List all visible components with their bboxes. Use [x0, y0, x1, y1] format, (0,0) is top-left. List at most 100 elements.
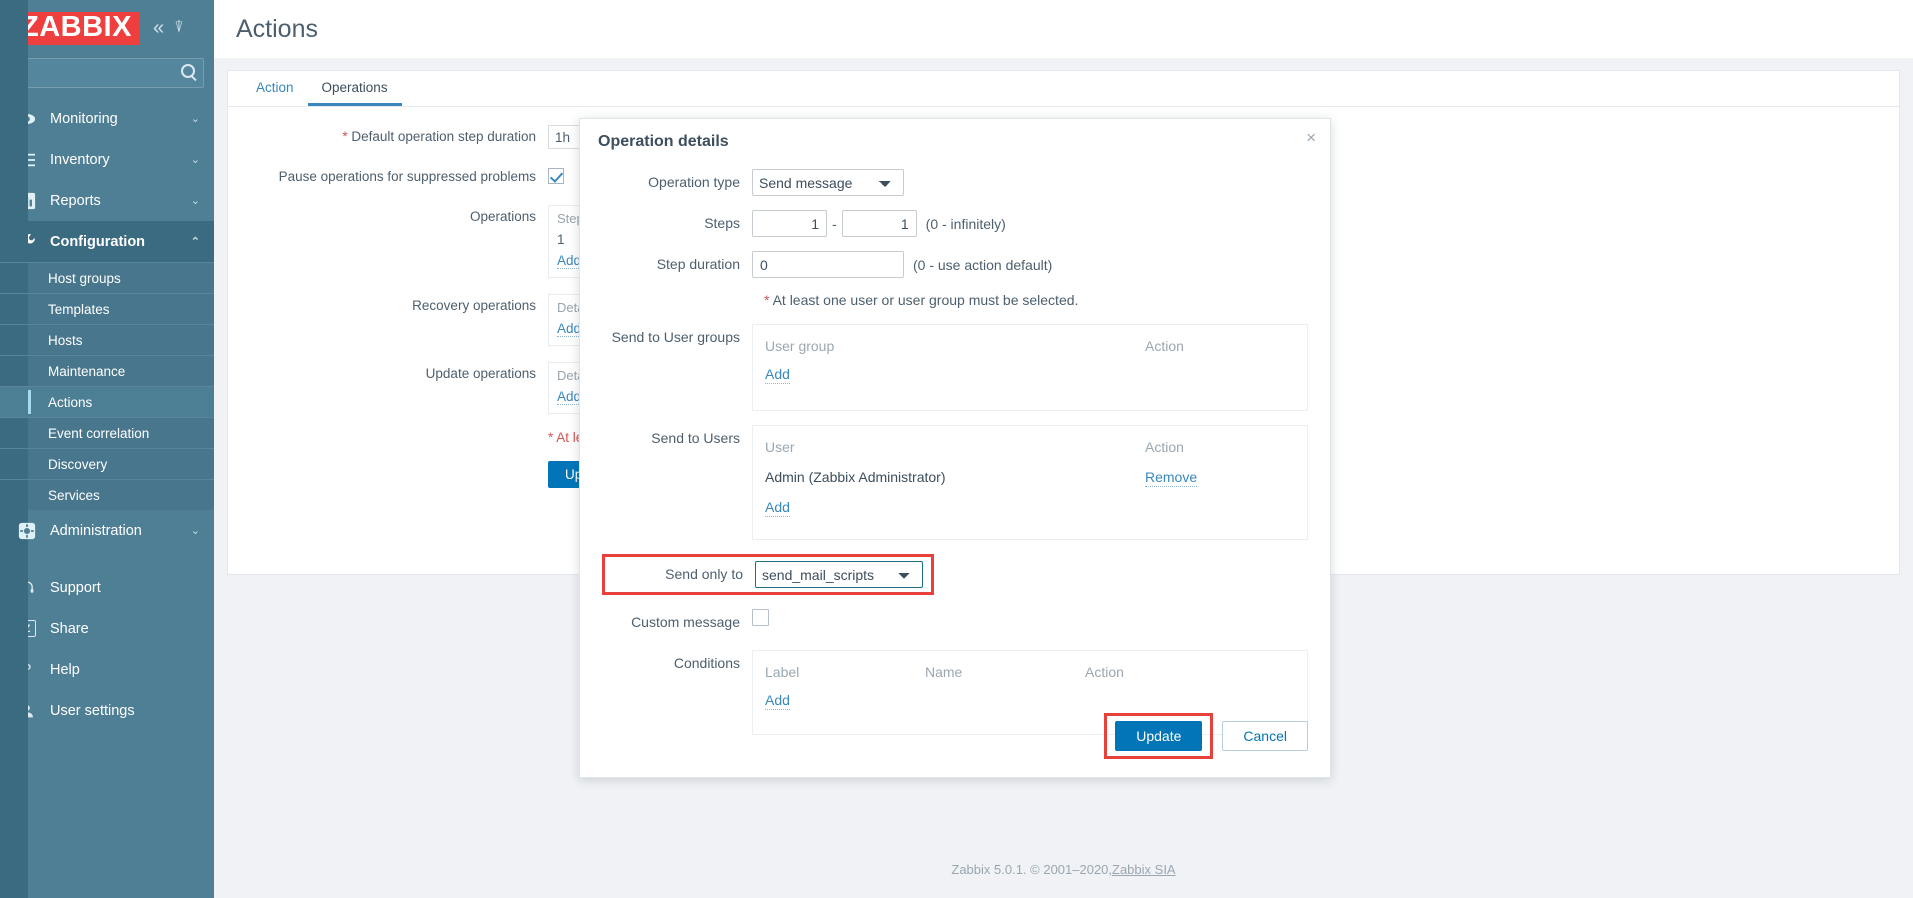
submenu-label: Discovery — [48, 456, 108, 472]
sidebar-item-monitoring[interactable]: Monitoring ⌄ — [0, 98, 214, 139]
field-steps: - (0 - infinitely) — [752, 210, 1308, 237]
close-icon[interactable]: × — [1306, 129, 1316, 146]
row-send-to-users: Send to Users User Action Admin (Zabbix … — [602, 425, 1308, 540]
label-custom-message: Custom message — [631, 614, 740, 630]
send-only-to-select[interactable]: send_mail_scripts — [755, 561, 923, 588]
table-header-row: Label Name Action — [765, 660, 1295, 684]
operations-add-link[interactable]: Add — [557, 253, 582, 269]
sidebar-search — [0, 56, 214, 98]
page-title: Actions — [236, 14, 318, 43]
label-update-operations: Update operations — [425, 366, 536, 381]
sidebar-item-discovery[interactable]: Discovery — [0, 448, 214, 479]
sidebar-item-event-correlation[interactable]: Event correlation — [0, 417, 214, 448]
table-add-row: Add — [765, 688, 1295, 712]
label-step-duration: Step duration — [656, 256, 740, 272]
sidebar-item-administration[interactable]: Administration ⌄ — [0, 510, 214, 551]
col-name: Name — [925, 664, 963, 680]
steps-to-input[interactable] — [841, 210, 917, 237]
required-note-text: At least one user or user group must be … — [772, 292, 1079, 308]
sidebar-item-label: Administration — [50, 522, 142, 539]
recovery-add-link[interactable]: Add — [557, 321, 582, 337]
sidebar-item-label: Inventory — [50, 151, 110, 168]
sidebar-item-actions[interactable]: Actions — [0, 386, 214, 417]
collapse-pane-icon[interactable]: ⍒ — [174, 20, 184, 36]
sidebar-item-services[interactable]: Services — [0, 479, 214, 510]
pause-suppressed-checkbox[interactable] — [548, 168, 564, 184]
submenu-label: Templates — [48, 301, 110, 317]
search-icon — [181, 64, 195, 78]
sidebar-item-label: Help — [50, 661, 80, 678]
col-user: User — [765, 439, 795, 455]
chevron-double-left-icon[interactable]: « — [153, 18, 164, 38]
dialog-body: Operation type Send message Steps - (0 -… — [580, 165, 1330, 735]
dialog-update-button[interactable]: Update — [1115, 721, 1203, 751]
label-operation-type: Operation type — [648, 174, 740, 190]
user-groups-table: User group Action Add — [752, 324, 1308, 411]
row-operation-type: Operation type Send message — [602, 169, 1308, 196]
sidebar-item-user-settings[interactable]: User settings — [0, 690, 214, 731]
submenu-label: Actions — [48, 394, 93, 410]
row-step-duration: Step duration (0 - use action default) — [602, 251, 1308, 278]
sidebar-item-support[interactable]: Support — [0, 567, 214, 608]
submenu-label: Event correlation — [48, 425, 150, 441]
steps-from-input[interactable] — [752, 210, 827, 237]
user-remove-link[interactable]: Remove — [1145, 468, 1198, 487]
steps-hint: (0 - infinitely) — [925, 215, 1006, 232]
step-duration-input[interactable] — [752, 251, 904, 278]
operation-details-dialog: Operation details × Operation type Send … — [579, 118, 1331, 778]
send-only-to-highlight: Send only to send_mail_scripts — [602, 554, 934, 595]
sidebar-item-reports[interactable]: Reports ⌄ — [0, 180, 214, 221]
custom-message-checkbox[interactable] — [752, 609, 769, 626]
search-box[interactable] — [10, 58, 204, 88]
label-send-to-users: Send to Users — [651, 430, 740, 446]
submenu-label: Hosts — [48, 332, 83, 348]
dialog-title: Operation details — [598, 133, 729, 150]
label-default-step-duration: * Default operation step duration — [342, 129, 536, 144]
label-send-to-user-groups: Send to User groups — [611, 329, 740, 345]
sidebar-item-share[interactable]: Z Share — [0, 608, 214, 649]
sidebar-item-host-groups[interactable]: Host groups — [0, 262, 214, 293]
sidebar-item-label: Configuration — [50, 233, 146, 250]
update-button-highlight: Update — [1104, 713, 1214, 759]
user-groups-add-link[interactable]: Add — [765, 365, 790, 384]
conditions-add-link[interactable]: Add — [765, 691, 790, 710]
col-action: Action — [1085, 664, 1124, 680]
users-add-link[interactable]: Add — [765, 498, 790, 517]
update-add-link[interactable]: Add — [557, 389, 582, 405]
footer-link-zabbix-sia[interactable]: Zabbix SIA — [1112, 862, 1176, 877]
sidebar-submenu-configuration: Host groups Templates Hosts Maintenance … — [0, 0, 214, 898]
col-action: Action — [1145, 338, 1184, 354]
label-recovery-operations: Recovery operations — [412, 298, 536, 313]
sidebar-item-templates[interactable]: Templates — [0, 293, 214, 324]
table-add-row: Add — [765, 495, 1295, 519]
search-input[interactable] — [11, 59, 203, 87]
sidebar-item-configuration[interactable]: Configuration ⌃ — [0, 221, 214, 262]
dialog-cancel-button[interactable]: Cancel — [1222, 721, 1308, 751]
label-steps: Steps — [704, 215, 740, 231]
col-action: Action — [1145, 439, 1184, 455]
label-send-only-to: Send only to — [665, 566, 743, 582]
sidebar-item-hosts[interactable]: Hosts — [0, 324, 214, 355]
submenu-label: Host groups — [48, 270, 121, 286]
sidebar-item-inventory[interactable]: Inventory ⌄ — [0, 139, 214, 180]
required-marker: * — [764, 292, 770, 308]
user-name-cell: Admin (Zabbix Administrator) — [765, 469, 946, 485]
operation-type-select[interactable]: Send message — [752, 169, 904, 196]
field-send-to-users: User Action Admin (Zabbix Administrator)… — [752, 425, 1308, 540]
required-note: * At least one user or user group must b… — [752, 292, 1308, 308]
chevron-down-icon: ⌄ — [190, 113, 200, 125]
dialog-footer: Update Cancel — [1104, 713, 1308, 759]
footer-text: Zabbix 5.0.1. © 2001–2020, — [951, 861, 1113, 877]
chevron-down-icon: ⌄ — [190, 154, 200, 166]
sidebar-item-maintenance[interactable]: Maintenance — [0, 355, 214, 386]
col-label: Label — [765, 664, 800, 680]
tab-operations[interactable]: Operations — [307, 71, 402, 106]
chevron-up-icon: ⌃ — [190, 236, 200, 248]
row-steps: Steps - (0 - infinitely) — [602, 210, 1308, 237]
steps-separator: - — [832, 215, 837, 232]
chevron-down-icon: ⌄ — [190, 195, 200, 207]
submenu-label: Maintenance — [48, 363, 126, 379]
sidebar-item-help[interactable]: ? Help — [0, 649, 214, 690]
tab-action[interactable]: Action — [242, 71, 308, 106]
